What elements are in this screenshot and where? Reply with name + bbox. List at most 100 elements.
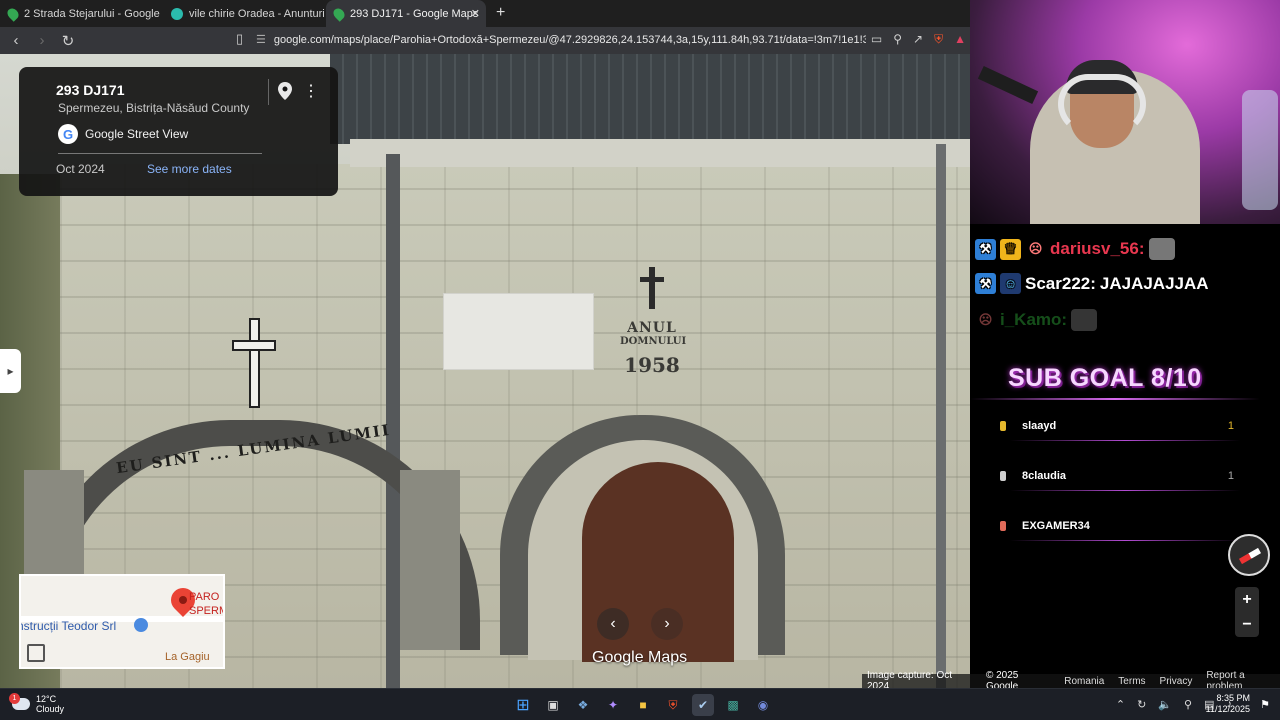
copilot-icon[interactable]: ❖ — [572, 694, 594, 716]
chat-message: ⚒ ☺ Scar222: JAJAJAJJAA — [975, 273, 1209, 294]
terminal-icon[interactable]: ▩ — [722, 694, 744, 716]
region-link[interactable]: Romania — [1064, 676, 1104, 687]
previous-arrow-button[interactable]: ‹ — [597, 608, 629, 640]
ghost-badge-icon: ☹ — [1028, 241, 1043, 256]
google-maps-watermark: Google Maps — [592, 649, 688, 666]
moderator-badge-icon: ⚒ — [975, 238, 996, 260]
expand-map-icon[interactable] — [27, 644, 45, 662]
divider — [970, 398, 1260, 400]
address-bar: ‹ › ↻ ▯ ☰ google.com/maps/place/Parohia+O… — [0, 27, 970, 54]
next-arrow-button[interactable]: › — [651, 608, 683, 640]
inscription-line2: DOMNULUI — [620, 336, 687, 347]
provider-label: Google Street View — [85, 127, 189, 141]
clock[interactable]: 8:35 PM 11/12/2025 — [1206, 693, 1250, 715]
chat-message: ⚒ ♕ ☹ dariusv_56: — [975, 238, 1175, 260]
notification-bell-icon[interactable]: ⚑ — [1260, 698, 1270, 711]
gate-pillar — [400, 470, 460, 650]
leaderboard-entry: 8claudia 1 — [1000, 465, 1240, 487]
more-options-icon[interactable]: ⋮ — [303, 81, 319, 101]
see-more-dates-link[interactable]: See more dates — [147, 162, 232, 176]
cast-icon[interactable]: ▭ — [871, 32, 882, 47]
tab-maps-1[interactable]: 2 Strada Stejarului - Google Maps — [0, 0, 163, 27]
forward-icon[interactable]: › — [32, 32, 52, 49]
clock-date: 11/12/2025 — [1205, 704, 1250, 714]
attribution-footer: Image capture: Oct 2024 © 2025 Google Ro… — [862, 670, 1280, 692]
steam-icon[interactable]: ✔ — [692, 694, 714, 716]
tab-label: vile chirie Oradea - Anunturi gratuite — [189, 7, 326, 20]
location-pin-icon[interactable] — [278, 82, 292, 100]
sync-icon[interactable]: ↻ — [1137, 698, 1146, 711]
reload-icon[interactable]: ↻ — [58, 32, 78, 50]
zoom-icon[interactable]: ⚲ — [893, 32, 902, 47]
weather-badge: 1 — [9, 693, 20, 704]
rank-medal-icon — [1000, 521, 1006, 531]
leaderboard-entry: EXGAMER34 — [1000, 515, 1240, 537]
maps-pin-icon — [331, 5, 347, 22]
water-bottle — [1242, 90, 1278, 210]
tab-label: 2 Strada Stejarului - Google Maps — [24, 7, 163, 20]
chevron-up-icon[interactable]: ⌃ — [1116, 698, 1125, 711]
divider — [268, 79, 269, 105]
chat-username: i_Kamo: — [1000, 310, 1068, 329]
terms-link[interactable]: Terms — [1118, 676, 1145, 687]
taskbar-apps: ⊞ ▣ ❖ ✦ ■ ⛨ ✔ ▩ ◉ — [512, 694, 774, 716]
map-label-bottom: La Gagiu — [165, 651, 210, 663]
privacy-link[interactable]: Privacy — [1160, 676, 1193, 687]
microphone-icon[interactable]: ⚲ — [1184, 698, 1192, 711]
divider — [1010, 540, 1240, 541]
rank-medal-icon — [1000, 471, 1006, 481]
toolbar-icons: ▭ ⚲ ↗ ⛨ ▲ — [871, 32, 966, 47]
zoom-in-button[interactable]: + — [1235, 587, 1259, 612]
expand-panel-button[interactable]: ▸ — [0, 349, 21, 393]
task-view-icon[interactable]: ▣ — [542, 694, 564, 716]
wall-cross-icon — [640, 267, 664, 309]
chat-message-text: JAJAJAJJAA — [1099, 273, 1209, 293]
windows-start-icon[interactable]: ⊞ — [512, 694, 534, 716]
inscription-year: 1958 — [624, 353, 680, 377]
brave-browser-icon[interactable]: ⛨ — [662, 694, 684, 716]
url-field[interactable]: ☰ google.com/maps/place/Parohia+Ortodoxă+… — [256, 31, 866, 50]
drain-pipe — [936, 144, 946, 688]
moderator-badge-icon: ⚒ — [975, 273, 996, 294]
tab-bar: 2 Strada Stejarului - Google Maps vile c… — [0, 0, 970, 27]
divider — [1010, 440, 1240, 441]
speaker-icon[interactable]: 🔈 — [1158, 698, 1172, 711]
site-info-icon[interactable]: ☰ — [256, 34, 266, 46]
capture-date: Oct 2024 — [56, 162, 105, 176]
chat-username: dariusv_56: — [1050, 239, 1145, 258]
new-tab-button[interactable]: + — [486, 0, 515, 27]
place-label-line: PARO — [189, 591, 220, 603]
bookmark-icon[interactable]: ▯ — [236, 31, 243, 47]
mini-map[interactable]: nstrucții Teodor Srl PARO SPERM La Gagiu — [19, 574, 225, 669]
place-label-line: SPERM — [189, 605, 225, 617]
share-icon[interactable]: ↗ — [913, 32, 923, 47]
clock-time: 8:35 PM — [1216, 693, 1250, 703]
url-text: google.com/maps/place/Parohia+Ortodoxă+S… — [273, 34, 866, 46]
discord-icon[interactable]: ◉ — [752, 694, 774, 716]
taskbar: 1 12°C Cloudy ⊞ ▣ ❖ ✦ ■ ⛨ ✔ ▩ ◉ ⌃ ↻ 🔈 ⚲ … — [0, 688, 1280, 720]
back-icon[interactable]: ‹ — [6, 32, 26, 49]
map-label-business: nstrucții Teodor Srl — [19, 619, 117, 633]
tab-anunturi[interactable]: vile chirie Oradea - Anunturi gratuite — [163, 0, 326, 27]
tab-maps-active[interactable]: 293 DJ171 - Google Maps ✕ — [326, 0, 486, 27]
brave-shield-icon[interactable]: ⛨ — [934, 32, 943, 47]
loop-app-icon[interactable]: ✦ — [602, 694, 624, 716]
screen: { "browser": { "tabs": [ {"label": "2 St… — [0, 0, 1280, 720]
ghost-badge-icon: ☹ — [978, 312, 993, 327]
location-info-card: 293 DJ171 Spermezeu, Bistrița-Năsăud Cou… — [19, 67, 338, 196]
zoom-out-button[interactable]: − — [1235, 612, 1259, 637]
business-poi-icon[interactable] — [134, 618, 148, 632]
crown-badge-icon: ♕ — [1000, 238, 1021, 260]
inscription-line1: ANUL — [627, 320, 677, 336]
zoom-control: + − — [1235, 587, 1259, 637]
roof-eave — [350, 139, 970, 167]
file-explorer-icon[interactable]: ■ — [632, 694, 654, 716]
tab-label: 293 DJ171 - Google Maps — [350, 7, 479, 20]
weather-widget[interactable]: 1 12°C Cloudy — [9, 693, 64, 714]
cloud-icon: 1 — [9, 693, 30, 710]
chat-message: ☹ i_Kamo: — [975, 309, 1098, 331]
rewards-icon[interactable]: ▲ — [954, 32, 966, 47]
close-tab-icon[interactable]: ✕ — [471, 7, 480, 20]
leaderboard-count: 1 — [1227, 470, 1234, 482]
blank-plaque — [443, 293, 594, 370]
